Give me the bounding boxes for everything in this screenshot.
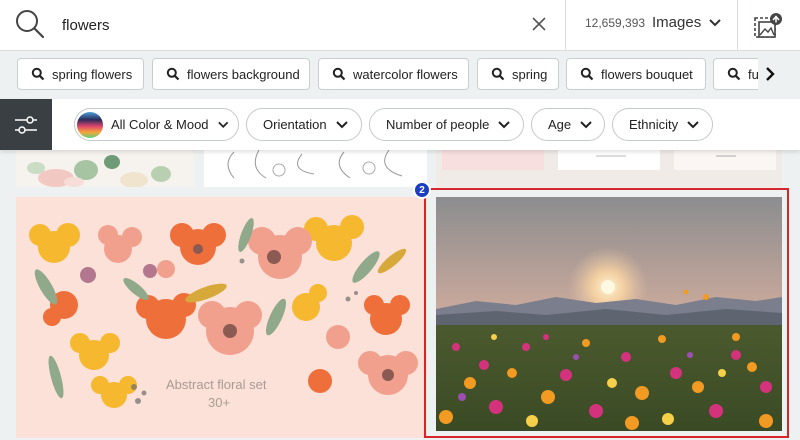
- search-icon[interactable]: [14, 8, 46, 40]
- ethnicity-label: Ethnicity: [629, 117, 679, 132]
- result-count: 12,659,393: [585, 16, 646, 30]
- result-thumbnail-abstract-floral[interactable]: Abstract floral set 30+: [16, 197, 427, 438]
- orientation-label: Orientation: [263, 117, 327, 132]
- chip-label: spring flowers: [52, 66, 133, 82]
- caption-line-2: 30+: [208, 395, 230, 410]
- chevron-down-icon: [580, 120, 592, 128]
- search-bar: 12,659,393 Images: [0, 0, 800, 51]
- related-searches: spring flowers flowers background waterc…: [0, 51, 800, 99]
- asset-type-label: Images: [652, 14, 702, 31]
- number-of-people-filter[interactable]: Number of people: [369, 108, 524, 141]
- search-icon: [727, 67, 741, 81]
- result-thumbnail-sunset-field[interactable]: [436, 197, 782, 431]
- chevron-down-icon: [709, 18, 721, 26]
- color-swatch-icon: [77, 111, 103, 138]
- search-input[interactable]: [62, 14, 502, 36]
- result-thumbnail[interactable]: [204, 150, 427, 187]
- age-label: Age: [548, 117, 572, 132]
- chevron-right-icon: [766, 67, 775, 81]
- chevron-down-icon: [335, 120, 348, 128]
- stationery-image: [442, 150, 776, 170]
- search-icon: [580, 67, 594, 81]
- orientation-filter[interactable]: Orientation: [246, 108, 362, 141]
- result-thumbnail[interactable]: [436, 150, 782, 187]
- filters-toggle-button[interactable]: [0, 99, 52, 150]
- chevron-down-icon: [217, 121, 228, 128]
- chips-next-button[interactable]: [758, 62, 782, 86]
- chip-watercolor-flowers[interactable]: watercolor flowers: [318, 58, 469, 90]
- divider: [737, 0, 738, 50]
- annotation-badge: 2: [413, 181, 431, 199]
- number-of-people-label: Number of people: [386, 117, 490, 132]
- search-icon: [166, 67, 180, 81]
- chevron-down-icon: [687, 120, 699, 128]
- color-mood-label: All Color & Mood: [111, 117, 209, 132]
- sliders-icon: [15, 115, 37, 134]
- caption-line-1: Abstract floral set: [166, 377, 267, 392]
- clear-search-button[interactable]: [528, 13, 550, 35]
- chip-label: spring: [512, 66, 548, 82]
- divider: [565, 0, 566, 50]
- chip-fu[interactable]: fu: [713, 58, 758, 90]
- sunset-field-image: [436, 197, 782, 431]
- chip-label: fu: [748, 66, 758, 82]
- chip-spring[interactable]: spring: [477, 58, 559, 90]
- image-upload-icon[interactable]: [751, 11, 785, 41]
- filter-bar: All Color & Mood Orientation Number of p…: [0, 99, 800, 150]
- search-icon: [491, 67, 505, 81]
- chevron-down-icon: [498, 120, 511, 128]
- chip-flowers-background[interactable]: flowers background: [152, 58, 310, 90]
- close-icon: [532, 17, 546, 31]
- chip-label: watercolor flowers: [353, 66, 458, 82]
- floral-corner-image: [27, 155, 171, 187]
- color-mood-filter[interactable]: All Color & Mood: [74, 108, 239, 141]
- result-thumbnail[interactable]: [16, 150, 194, 187]
- chip-flowers-bouquet[interactable]: flowers bouquet: [566, 58, 706, 90]
- age-filter[interactable]: Age: [531, 108, 605, 141]
- wreath-image: [227, 150, 403, 179]
- ethnicity-filter[interactable]: Ethnicity: [612, 108, 713, 141]
- abstract-floral-image: Abstract floral set 30+: [29, 215, 418, 410]
- chip-label: flowers background: [187, 66, 300, 82]
- chip-spring-flowers[interactable]: spring flowers: [17, 58, 144, 90]
- search-icon: [31, 67, 45, 81]
- search-icon: [332, 67, 346, 81]
- chip-label: flowers bouquet: [601, 66, 693, 82]
- asset-type-dropdown[interactable]: Images: [652, 14, 721, 31]
